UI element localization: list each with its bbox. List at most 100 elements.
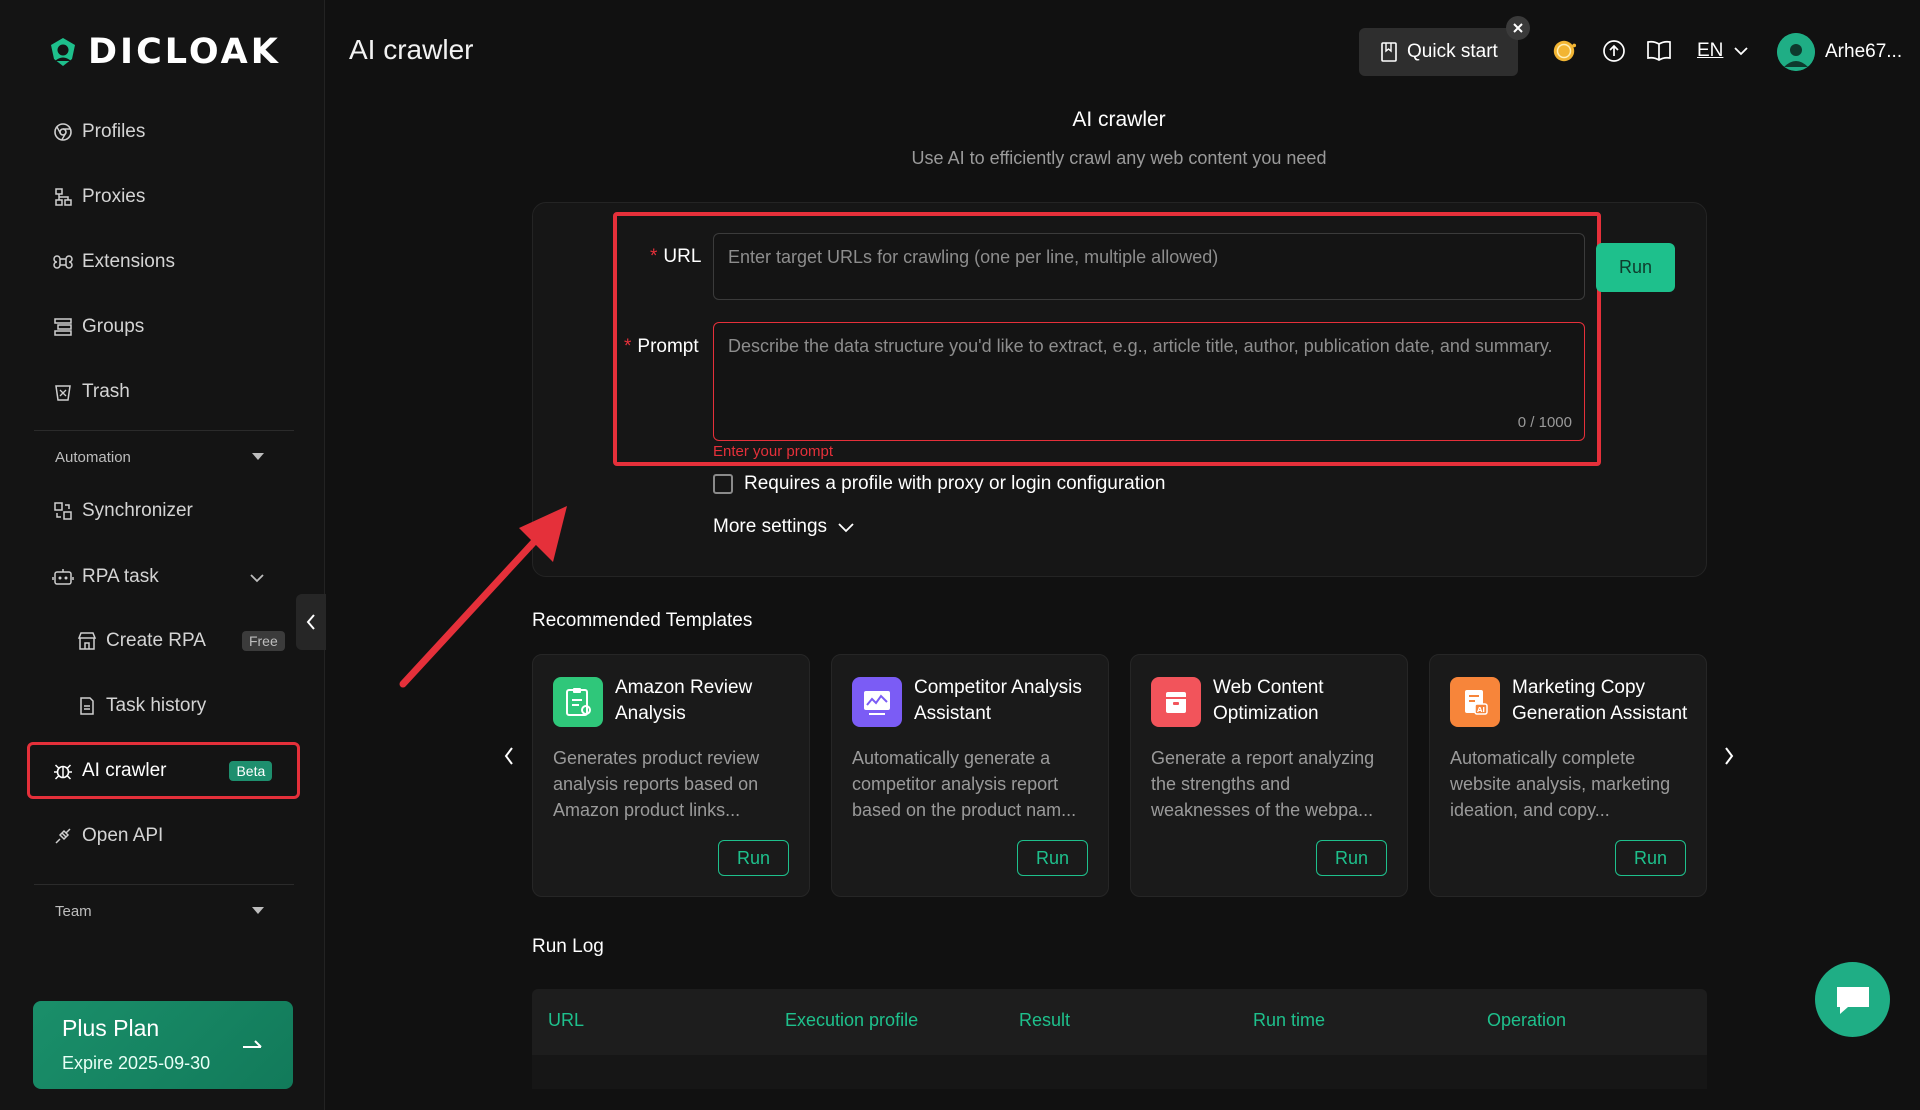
sidebar-item-open-api[interactable]: Open API (52, 820, 163, 852)
proxy-login-checkbox[interactable] (713, 474, 733, 494)
carousel-prev-button[interactable] (498, 744, 520, 768)
network-icon (52, 186, 74, 208)
store-icon (76, 630, 98, 652)
sidebar-item-groups[interactable]: Groups (52, 311, 144, 343)
sidebar-item-label: Trash (82, 381, 130, 402)
carousel-next-button[interactable] (1718, 744, 1740, 768)
sidebar-item-extensions[interactable]: Extensions (52, 246, 175, 278)
sidebar-item-label: Create RPA (106, 630, 206, 651)
chevron-down-icon (838, 522, 854, 532)
sidebar-item-label: RPA task (82, 566, 159, 587)
template-card-web-content-optimization[interactable]: Web Content Optimization Generate a repo… (1130, 654, 1408, 897)
avatar[interactable] (1777, 33, 1815, 71)
free-badge: Free (241, 631, 285, 651)
template-title: Competitor Analysis Assistant (914, 677, 1082, 724)
plug-icon (52, 825, 74, 847)
sidebar-item-synchronizer[interactable]: Synchronizer (52, 495, 193, 527)
column-header-url: URL (548, 1010, 585, 1030)
svg-text:AI: AI (1477, 706, 1485, 714)
team-section-label: Team (55, 903, 92, 920)
archive-box-icon (1151, 677, 1201, 727)
column-header-execution-profile: Execution profile (785, 1010, 919, 1030)
sidebar-item-trash[interactable]: Trash (52, 376, 130, 408)
sidebar-item-label: Proxies (82, 186, 146, 207)
sidebar-item-label: Open API (82, 825, 164, 846)
template-title: Amazon Review Analysis (615, 677, 753, 724)
column-header-operation: Operation (1487, 1010, 1567, 1030)
beta-badge: Beta (229, 761, 273, 781)
chevron-left-icon (504, 747, 513, 765)
run-log-table-body (532, 1055, 1707, 1089)
template-description: Automatically complete website analysis,… (1450, 748, 1671, 820)
sidebar-item-task-history[interactable]: Task history (76, 690, 206, 722)
arrow-right-icon (243, 1040, 262, 1048)
column-header-run-time: Run time (1253, 1010, 1326, 1030)
language-selector[interactable]: EN (1697, 40, 1749, 62)
chevron-right-icon (1725, 747, 1734, 765)
chevron-left-icon (306, 614, 315, 630)
sidebar-collapse-button[interactable] (296, 594, 326, 650)
sidebar-item-proxies[interactable]: Proxies (52, 181, 145, 213)
template-card-competitor-analysis[interactable]: Competitor Analysis Assistant Automatica… (831, 654, 1109, 897)
groups-icon (52, 316, 74, 338)
crawler-title: AI crawler (1072, 108, 1166, 131)
run-button[interactable]: Run (1596, 243, 1675, 292)
sidebar-item-label: Extensions (82, 251, 175, 272)
plus-plan-card[interactable]: Plus Plan Expire 2025-09-30 (33, 1001, 293, 1089)
plan-expire: Expire 2025-09-30 (62, 1053, 211, 1073)
chat-support-button[interactable] (1815, 962, 1890, 1037)
automation-caret-icon[interactable] (252, 453, 264, 460)
run-log-table-header: URL Execution profile Result Run time Op… (532, 989, 1707, 1055)
command-icon (52, 251, 74, 273)
sidebar-item-label: Task history (106, 695, 207, 716)
sidebar-item-create-rpa[interactable]: Create RPA Free (76, 625, 285, 657)
template-title: Marketing Copy Generation Assistant (1512, 677, 1688, 724)
rpa-chevron-down-icon[interactable] (249, 573, 265, 583)
crawler-subtitle: Use AI to efficiently crawl any web cont… (911, 148, 1327, 168)
page-title: AI crawler (349, 34, 474, 65)
sidebar-divider (34, 430, 294, 431)
book-icon (1381, 42, 1397, 62)
team-caret-icon[interactable] (252, 907, 264, 914)
more-settings-toggle[interactable]: More settings (713, 516, 855, 538)
template-card-amazon-review[interactable]: Amazon Review Analysis Generates product… (532, 654, 810, 897)
form-highlight-box (613, 212, 1601, 466)
chat-icon (1836, 986, 1869, 1014)
username[interactable]: Arhe67... (1825, 41, 1902, 63)
user-avatar-icon (1777, 33, 1815, 71)
close-icon (1513, 23, 1523, 33)
proxy-login-checkbox-row[interactable]: Requires a profile with proxy or login c… (713, 473, 1165, 495)
template-description: Generate a report analyzing the strength… (1151, 748, 1375, 820)
checkbox-label: Requires a profile with proxy or login c… (744, 473, 1166, 494)
upload-icon[interactable] (1601, 38, 1627, 64)
sidebar-item-ai-crawler[interactable]: AI crawler Beta (52, 755, 273, 787)
document-icon (76, 695, 98, 717)
open-book-icon[interactable] (1646, 38, 1672, 64)
sidebar-item-label: Synchronizer (82, 500, 193, 521)
logo-text: DICLOAK (88, 32, 281, 72)
template-card-marketing-copy[interactable]: AI Marketing Copy Generation Assistant A… (1429, 654, 1707, 897)
ai-document-icon: AI (1450, 677, 1500, 727)
clipboard-icon (553, 677, 603, 727)
coin-icon[interactable] (1551, 38, 1577, 64)
template-run-button[interactable]: Run (1017, 840, 1088, 876)
robot-icon (52, 566, 74, 588)
sidebar-item-rpa-task[interactable]: RPA task (52, 561, 159, 593)
template-run-button[interactable]: Run (718, 840, 789, 876)
template-run-button[interactable]: Run (1316, 840, 1387, 876)
run-log-title: Run Log (532, 936, 604, 957)
sidebar-item-label: Groups (82, 316, 145, 337)
quick-start-button[interactable]: Quick start (1359, 28, 1518, 76)
templates-title: Recommended Templates (532, 610, 753, 631)
trash-icon (52, 381, 74, 403)
template-description: Generates product review analysis report… (553, 748, 760, 820)
more-settings-label: More settings (713, 516, 828, 537)
sidebar-item-label: AI crawler (82, 760, 167, 781)
plan-name: Plus Plan (62, 1015, 160, 1041)
bug-icon (52, 760, 74, 782)
template-run-button[interactable]: Run (1615, 840, 1686, 876)
automation-section-label: Automation (55, 449, 131, 466)
logo-mark-icon (51, 38, 75, 66)
quick-start-close-button[interactable] (1506, 16, 1530, 40)
logo[interactable]: DICLOAK (46, 32, 281, 72)
